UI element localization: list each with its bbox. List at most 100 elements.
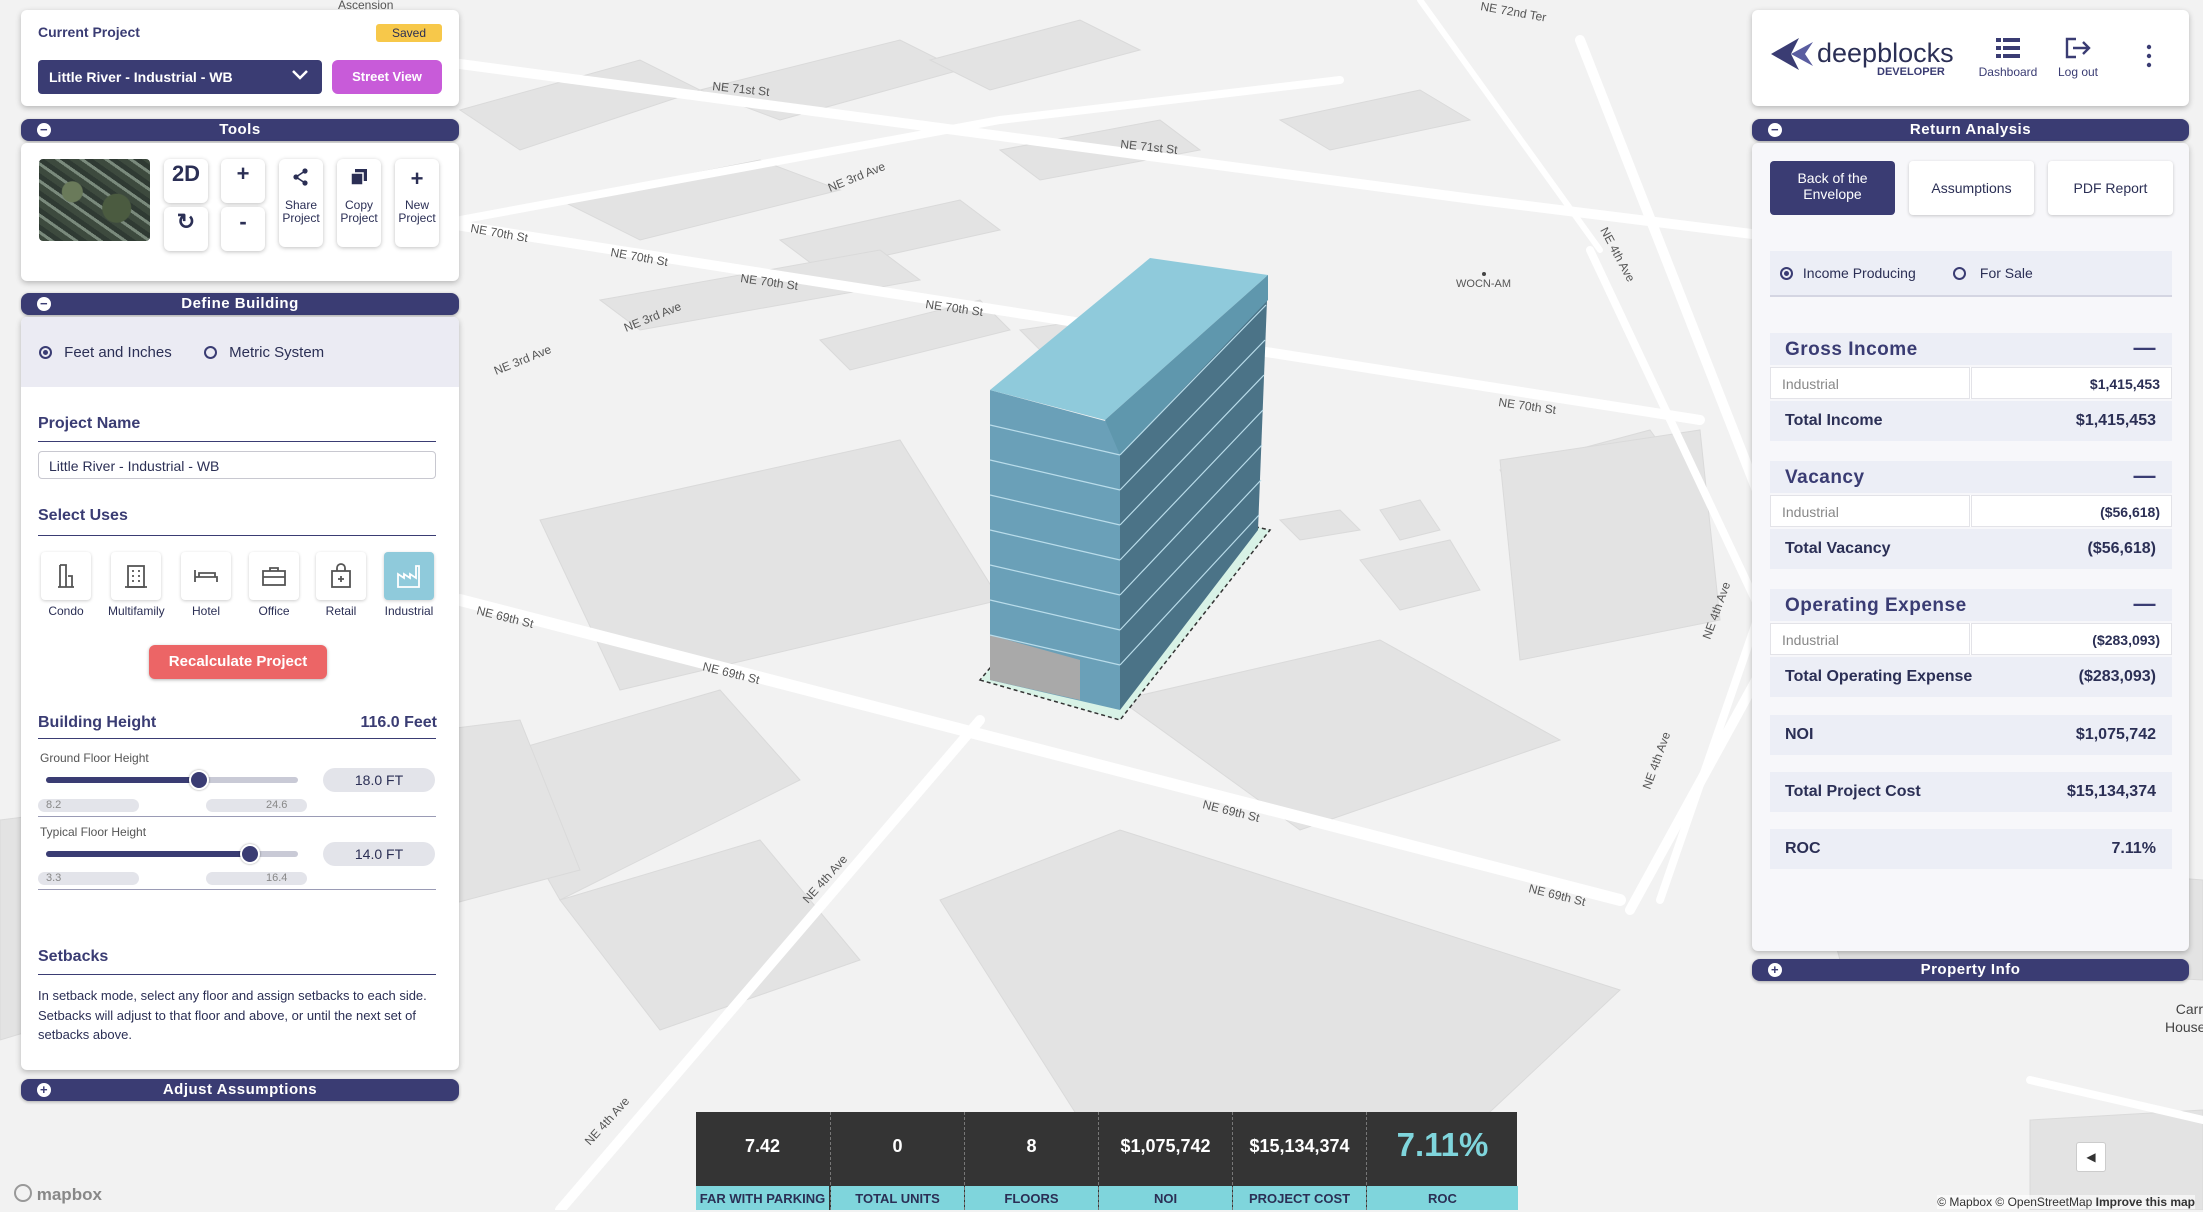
typical-floor-slider-fill xyxy=(46,851,248,857)
deepblocks-logo[interactable]: deepblocks DEVELOPER xyxy=(1769,36,1954,78)
shopping-bag-icon xyxy=(316,552,366,600)
total-value: $1,415,453 xyxy=(2075,412,2156,429)
total-operating-expense-row: Total Operating Expense ($283,093) xyxy=(1770,657,2172,697)
mode-option-label: For Sale xyxy=(1979,265,2033,282)
new-project-label: New Project xyxy=(398,198,436,225)
zoom-in-button[interactable]: + xyxy=(221,159,265,203)
more-menu-icon[interactable] xyxy=(2146,44,2156,73)
use-multifamily[interactable]: Multifamily xyxy=(108,552,165,618)
total-value: ($283,093) xyxy=(2078,668,2156,685)
ground-floor-min[interactable]: 8.2 xyxy=(38,799,139,812)
collapse-sidebar-button[interactable]: ◀ xyxy=(2076,1142,2106,1172)
chevron-down-icon xyxy=(290,64,310,87)
brand-name: deepblocks xyxy=(1817,38,1954,68)
rotate-button[interactable]: ↻ xyxy=(164,207,208,251)
divider xyxy=(38,441,436,442)
recalculate-button[interactable]: Recalculate Project xyxy=(149,645,327,679)
stat-noi: $1,075,742 NOI xyxy=(1098,1112,1232,1210)
map-thumbnail[interactable] xyxy=(39,159,150,241)
collapse-icon[interactable]: − xyxy=(37,297,51,311)
ground-floor-slider-handle[interactable] xyxy=(189,770,209,790)
typical-floor-label: Typical Floor Height xyxy=(40,825,147,839)
divider xyxy=(38,816,436,817)
row-label: Industrial xyxy=(1770,495,1970,527)
vacancy-header[interactable]: Vacancy — xyxy=(1770,461,2172,493)
unit-option-metric[interactable]: Metric System xyxy=(204,343,324,361)
collapse-icon[interactable]: — xyxy=(2134,463,2157,489)
collapse-icon[interactable]: − xyxy=(1768,123,1782,137)
divider xyxy=(38,738,436,739)
mapbox-logo-text: mapbox xyxy=(36,1185,102,1204)
return-analysis-header[interactable]: − Return Analysis xyxy=(1752,119,2189,141)
share-project-label: Share Project xyxy=(282,198,320,225)
noi-value: $1,075,742 xyxy=(2075,726,2156,743)
tab-assumptions[interactable]: Assumptions xyxy=(1909,161,2034,215)
project-cost-value: $15,134,374 xyxy=(2067,783,2156,800)
logout-button[interactable]: Log out xyxy=(2048,36,2108,79)
mode-option-income[interactable]: Income Producing xyxy=(1780,264,1916,281)
expand-icon[interactable]: + xyxy=(1768,963,1782,977)
mapbox-logo-icon xyxy=(14,1184,32,1202)
typical-floor-value[interactable]: 14.0 FT xyxy=(323,842,435,866)
radio-unselected-icon xyxy=(1953,266,1966,280)
new-project-button[interactable]: + New Project xyxy=(395,159,439,247)
roc-row: ROC 7.11% xyxy=(1770,829,2172,869)
use-office[interactable]: Office xyxy=(246,552,302,618)
gross-income-header[interactable]: Gross Income — xyxy=(1770,333,2172,365)
divider xyxy=(38,535,436,536)
app-header: deepblocks DEVELOPER Dashboard Log out xyxy=(1752,10,2189,106)
adjust-assumptions-header[interactable]: + Adjust Assumptions xyxy=(21,1079,459,1101)
unit-option-feet[interactable]: Feet and Inches xyxy=(39,343,172,361)
tools-header[interactable]: − Tools xyxy=(21,119,459,141)
unit-option-label: Metric System xyxy=(229,343,325,361)
dashboard-button[interactable]: Dashboard xyxy=(1978,36,2038,79)
project-name-input[interactable]: Little River - Industrial - WB xyxy=(38,451,436,479)
stat-value: 0 xyxy=(892,1136,903,1156)
define-building-header[interactable]: − Define Building xyxy=(21,293,459,315)
share-project-button[interactable]: Share Project xyxy=(279,159,323,247)
stat-units: 0 TOTAL UNITS xyxy=(830,1112,964,1210)
view-2d-button[interactable]: 2D xyxy=(164,159,208,203)
improve-map-link[interactable]: Improve this map xyxy=(2096,1195,2195,1209)
map-attribution[interactable]: © Mapbox © OpenStreetMap Improve this ma… xyxy=(1937,1195,2195,1209)
tab-back-of-envelope[interactable]: Back of the Envelope xyxy=(1770,161,1895,215)
ground-floor-max[interactable]: 24.6 xyxy=(206,799,307,812)
use-label: Industrial xyxy=(384,604,434,618)
collapse-icon[interactable]: — xyxy=(2134,335,2157,361)
gross-income-title: Gross Income xyxy=(1785,339,1918,360)
property-info-title: Property Info xyxy=(1920,961,2021,978)
use-condo[interactable]: Condo xyxy=(38,552,94,618)
zoom-out-button[interactable]: - xyxy=(221,207,265,251)
use-hotel[interactable]: Hotel xyxy=(178,552,234,618)
use-industrial[interactable]: Industrial xyxy=(381,552,437,618)
use-label: Office xyxy=(258,604,290,618)
expand-icon[interactable]: + xyxy=(37,1083,51,1097)
typical-floor-slider-handle[interactable] xyxy=(240,844,260,864)
tab-pdf-report[interactable]: PDF Report xyxy=(2048,161,2173,215)
use-label: Retail xyxy=(325,604,357,618)
street-view-button[interactable]: Street View xyxy=(332,60,442,94)
noi-label: NOI xyxy=(1785,726,1814,743)
ground-floor-value[interactable]: 18.0 FT xyxy=(323,768,435,792)
collapse-icon[interactable]: — xyxy=(2134,591,2157,617)
copy-project-label: Copy Project xyxy=(340,198,378,225)
typical-floor-min[interactable]: 3.3 xyxy=(38,872,139,885)
project-select[interactable]: Little River - Industrial - WB xyxy=(38,60,322,94)
use-retail[interactable]: Retail xyxy=(313,552,369,618)
copy-project-button[interactable]: Copy Project xyxy=(337,159,381,247)
zoom-in-icon: + xyxy=(236,161,250,186)
operating-expense-header[interactable]: Operating Expense — xyxy=(1770,589,2172,621)
collapse-icon[interactable]: − xyxy=(37,123,51,137)
plus-icon: + xyxy=(410,166,424,191)
radio-selected-icon xyxy=(1780,266,1793,280)
total-label: Total Vacancy xyxy=(1785,540,1891,557)
stat-label: NOI xyxy=(1099,1186,1232,1210)
stat-value: 8 xyxy=(1026,1136,1037,1156)
noi-row: NOI $1,075,742 xyxy=(1770,715,2172,755)
property-info-header[interactable]: + Property Info xyxy=(1752,959,2189,981)
mode-option-sale[interactable]: For Sale xyxy=(1953,264,2033,281)
typical-floor-max[interactable]: 16.4 xyxy=(206,872,307,885)
tools-title: Tools xyxy=(219,121,261,138)
mapbox-logo[interactable]: mapbox xyxy=(14,1184,102,1205)
radio-selected-icon xyxy=(39,345,52,359)
